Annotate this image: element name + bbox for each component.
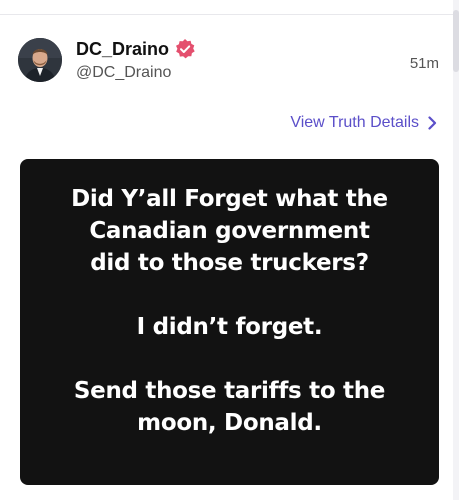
avatar[interactable] <box>18 38 62 82</box>
image-text-line: moon, Donald. <box>137 410 322 436</box>
post-timestamp[interactable]: 51m <box>410 55 439 72</box>
post-image[interactable]: Did Y’all Forget what the Canadian gover… <box>20 159 439 485</box>
image-text-line: I didn’t forget. <box>136 314 323 340</box>
image-text-line: Send those tariffs to the <box>73 378 386 404</box>
view-truth-details-label: View Truth Details <box>290 114 419 131</box>
verified-badge-icon <box>174 38 196 60</box>
image-text-line: Canadian government <box>89 218 370 244</box>
post-page: DC_Draino @DC_Draino 51m View Truth Deta… <box>0 0 459 500</box>
avatar-image <box>18 38 62 82</box>
scrollbar[interactable] <box>453 0 459 500</box>
scrollbar-thumb[interactable] <box>453 10 459 72</box>
image-text-line: Did Y’all Forget what the <box>71 186 388 212</box>
chevron-right-icon <box>427 116 437 130</box>
author-handle[interactable]: @DC_Draino <box>76 64 171 82</box>
image-text-line: did to those truckers? <box>90 250 369 276</box>
author-display-name[interactable]: DC_Draino <box>76 39 169 60</box>
author-name-row: DC_Draino <box>76 38 196 60</box>
top-divider <box>0 14 454 15</box>
view-truth-details-link[interactable]: View Truth Details <box>290 114 437 132</box>
